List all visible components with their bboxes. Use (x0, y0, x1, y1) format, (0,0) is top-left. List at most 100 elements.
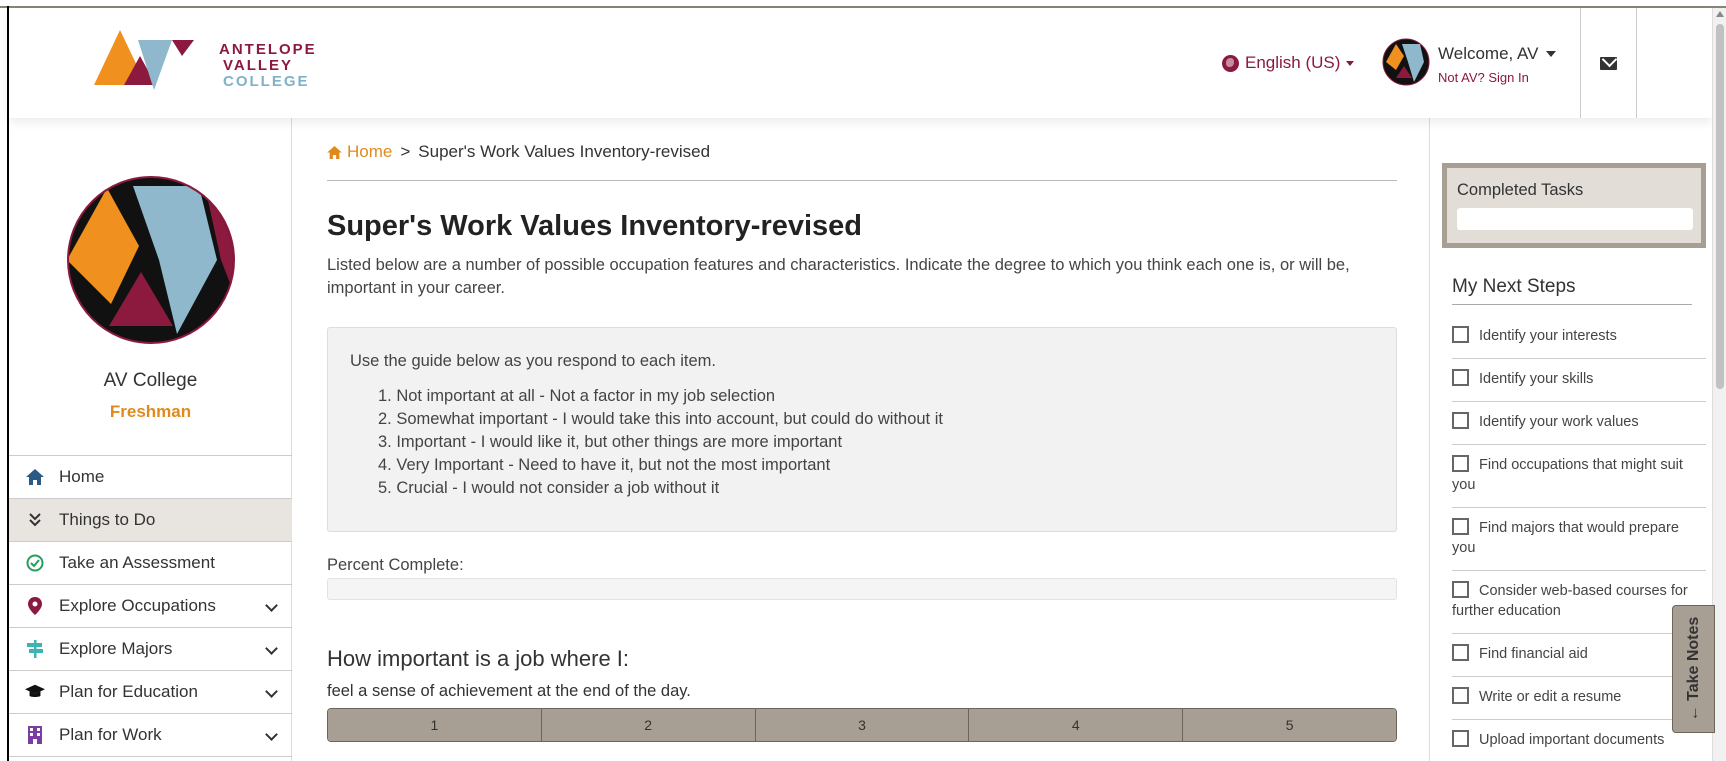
step-label[interactable]: Identify your skills (1479, 371, 1593, 387)
divider (327, 180, 1397, 181)
caret-down-icon (1546, 51, 1557, 57)
scroll-up-arrow-icon[interactable] (1716, 11, 1724, 17)
app-window: ANTELOPE VALLEY COLLEGE English (US) Wel… (0, 0, 1726, 761)
sidebar-item-label: Things to Do (59, 510, 156, 529)
guide-item: 4. Very Important - Need to have it, but… (378, 456, 831, 474)
sidebar-nav: Home Things to Do Take an Assessment Exp… (9, 455, 292, 757)
step-checkbox[interactable] (1452, 455, 1469, 472)
step-label[interactable]: Find occupations that might suit you (1452, 457, 1683, 493)
site-header: ANTELOPE VALLEY COLLEGE English (US) Wel… (9, 8, 1712, 118)
double-chevron-down-icon (25, 510, 45, 530)
next-step-item: Write or edit a resume (1452, 677, 1706, 720)
sidebar-item-label: Explore Occupations (59, 596, 216, 615)
step-label[interactable]: Consider web-based courses for further e… (1452, 583, 1688, 619)
breadcrumb-home-link[interactable]: Home (327, 142, 392, 162)
profile-avatar (67, 176, 235, 344)
chevron-down-icon (265, 728, 278, 741)
header-divider (1580, 8, 1581, 118)
language-selector[interactable]: English (US) (1222, 53, 1355, 73)
step-checkbox[interactable] (1452, 730, 1469, 747)
step-label[interactable]: Find majors that would prepare you (1452, 520, 1679, 556)
welcome-text: Welcome, AV (1438, 44, 1539, 63)
step-checkbox[interactable] (1452, 518, 1469, 535)
step-checkbox[interactable] (1452, 412, 1469, 429)
map-marker-icon (25, 596, 45, 616)
next-step-item: Find majors that would prepare you (1452, 508, 1706, 571)
take-notes-button[interactable]: ← Take Notes (1672, 605, 1715, 733)
sidebar-item-label: Take an Assessment (59, 553, 215, 572)
step-checkbox[interactable] (1452, 644, 1469, 661)
next-step-item: Upload important documents (1452, 720, 1706, 761)
right-sidebar: Completed Tasks My Next Steps Identify y… (1429, 118, 1712, 761)
mail-icon[interactable] (1600, 57, 1617, 70)
step-checkbox[interactable] (1452, 369, 1469, 386)
sidebar-item-label: Explore Majors (59, 639, 173, 658)
signpost-icon (25, 639, 45, 659)
user-menu-toggle[interactable]: Welcome, AV (1438, 44, 1557, 64)
guide-list: 1. Not important at all - Not a factor i… (378, 385, 943, 500)
guide-heading: Use the guide below as you respond to ea… (350, 352, 716, 370)
scrollbar-thumb[interactable] (1716, 24, 1724, 389)
percent-complete-bar (327, 578, 1397, 600)
rating-button-1[interactable]: 1 (328, 709, 542, 741)
guide-item: 1. Not important at all - Not a factor i… (378, 387, 776, 405)
user-avatar[interactable] (1382, 38, 1430, 86)
chevron-down-icon (265, 642, 278, 655)
take-notes-label: ← Take Notes (1684, 616, 1702, 722)
breadcrumb-separator: > (400, 142, 411, 161)
graduation-cap-icon (25, 682, 45, 702)
sidebar-item-plan-education[interactable]: Plan for Education (9, 671, 292, 714)
logo-wordmark: ANTELOPE VALLEY COLLEGE (219, 42, 317, 90)
step-label[interactable]: Find financial aid (1479, 646, 1588, 662)
percent-complete-label: Percent Complete: (327, 556, 464, 574)
guide-item: 5. Crucial - I would not consider a job … (378, 479, 720, 497)
globe-icon (1222, 54, 1239, 72)
sidebar-item-home[interactable]: Home (9, 456, 292, 499)
sidebar-item-explore-majors[interactable]: Explore Majors (9, 628, 292, 671)
chevron-down-icon (265, 599, 278, 612)
logo-line-1: ANTELOPE (219, 41, 317, 58)
sidebar-item-label: Plan for Work (59, 725, 162, 744)
home-icon (327, 145, 342, 159)
guide-item: 3. Important - I would like it, but othe… (378, 433, 843, 451)
sidebar-item-explore-occupations[interactable]: Explore Occupations (9, 585, 292, 628)
welcome-block: Welcome, AV Not AV? Sign In (1438, 44, 1557, 85)
step-checkbox[interactable] (1452, 581, 1469, 598)
guide-item: 2. Somewhat important - I would take thi… (378, 410, 943, 428)
rating-button-2[interactable]: 2 (541, 709, 756, 741)
step-checkbox[interactable] (1452, 687, 1469, 704)
page-intro: Listed below are a number of possible oc… (327, 256, 1350, 297)
next-step-item: Identify your work values (1452, 402, 1706, 445)
take-notes-text: Take Notes (1684, 616, 1702, 701)
completed-tasks-title: Completed Tasks (1457, 181, 1584, 199)
completed-tasks-bar (1457, 208, 1693, 230)
rating-guide: Use the guide below as you respond to ea… (327, 327, 1397, 532)
rating-button-3[interactable]: 3 (755, 709, 970, 741)
profile-year: Freshman (109, 402, 192, 421)
sidebar-item-plan-work[interactable]: Plan for Work (9, 714, 292, 757)
page-title: Super's Work Values Inventory-revised (327, 210, 863, 242)
rating-button-group: 1 2 3 4 5 (327, 708, 1397, 742)
sidebar-item-take-assessment[interactable]: Take an Assessment (9, 542, 292, 585)
breadcrumb-current: Super's Work Values Inventory-revised (418, 142, 711, 161)
chevron-down-icon (265, 685, 278, 698)
sidebar-item-label: Plan for Education (59, 682, 198, 701)
next-step-item: Find financial aid (1452, 634, 1706, 677)
step-label[interactable]: Identify your interests (1479, 328, 1617, 344)
rating-button-5[interactable]: 5 (1183, 709, 1396, 741)
step-checkbox[interactable] (1452, 326, 1469, 343)
sidebar-item-things-to-do[interactable]: Things to Do (9, 499, 292, 542)
next-steps-title: My Next Steps (1452, 276, 1692, 305)
step-label[interactable]: Identify your work values (1479, 414, 1639, 430)
step-label[interactable]: Write or edit a resume (1479, 689, 1621, 705)
sign-in-link[interactable]: Not AV? Sign In (1438, 70, 1556, 85)
left-sidebar: AV College Freshman Home Things to Do Ta… (9, 118, 292, 761)
college-logo[interactable]: ANTELOPE VALLEY COLLEGE (94, 30, 324, 105)
step-label[interactable]: Upload important documents (1479, 732, 1664, 748)
breadcrumb-home-label: Home (347, 142, 393, 161)
next-step-item: Consider web-based courses for further e… (1452, 571, 1706, 634)
rating-button-4[interactable]: 4 (969, 709, 1184, 741)
home-icon (25, 467, 45, 487)
breadcrumb: Home > Super's Work Values Inventory-rev… (327, 142, 710, 162)
question-text: feel a sense of achievement at the end o… (327, 682, 691, 700)
